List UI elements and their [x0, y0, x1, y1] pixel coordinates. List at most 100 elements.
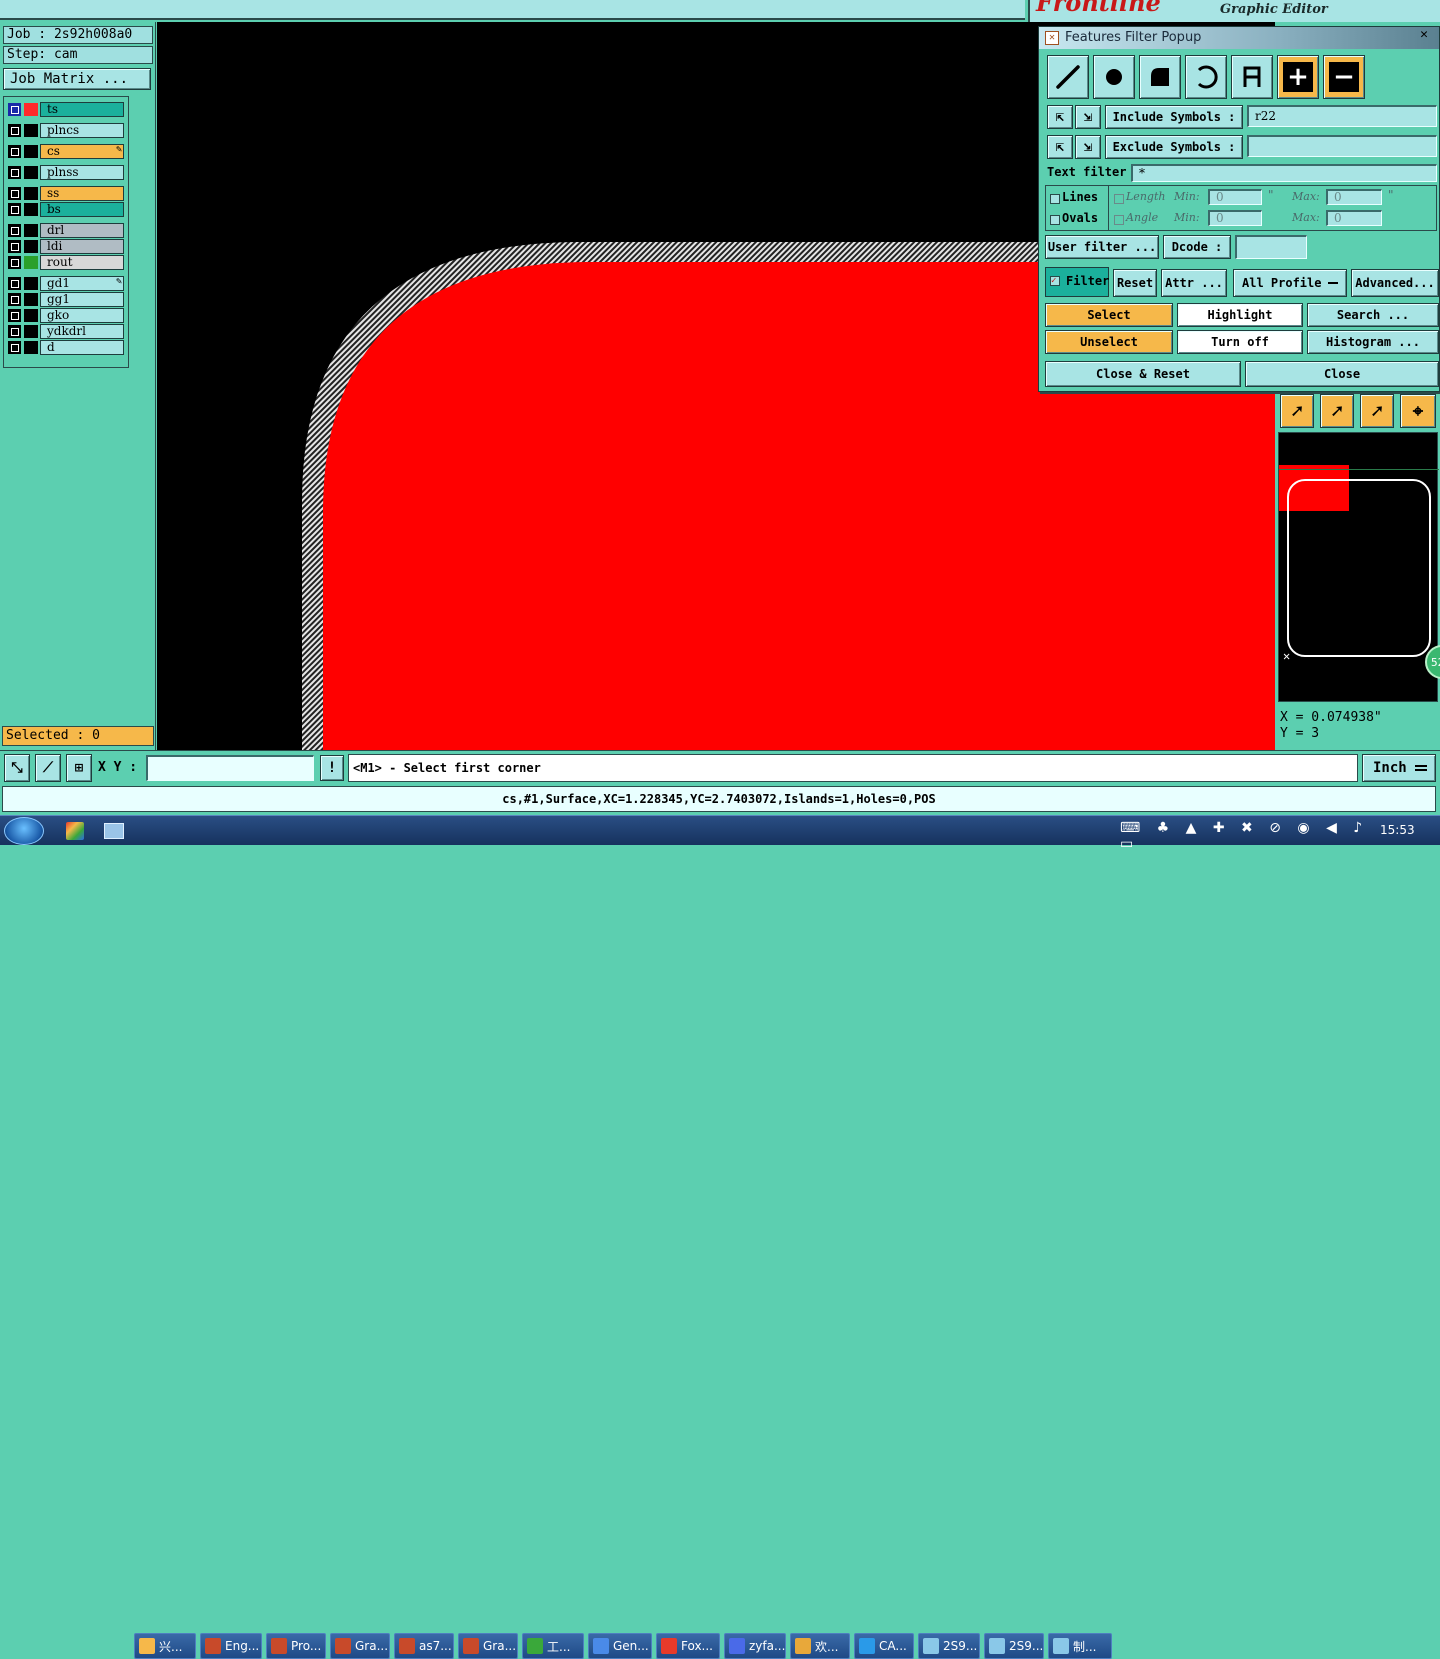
- positive-polarity-icon[interactable]: +: [1277, 55, 1319, 99]
- exclude-pick-button-2[interactable]: ⇲: [1075, 135, 1101, 159]
- pad-symbol-icon[interactable]: [1093, 55, 1135, 99]
- layer-name[interactable]: gg1: [40, 292, 124, 307]
- select-polygon-button[interactable]: ⌖: [1400, 394, 1436, 428]
- taskbar-item[interactable]: Eng...: [200, 1633, 262, 1659]
- layer-checkbox[interactable]: [8, 240, 21, 253]
- layer-row[interactable]: ldi: [6, 239, 124, 254]
- taskbar-item[interactable]: Gra...: [458, 1633, 518, 1659]
- job-matrix-button[interactable]: Job Matrix ...: [3, 68, 151, 90]
- snap-grid-icon[interactable]: ⤡: [4, 754, 30, 782]
- popup-close-icon[interactable]: ✕: [1413, 27, 1435, 43]
- layer-name[interactable]: gko: [40, 308, 124, 323]
- taskbar-item[interactable]: 兴...: [134, 1633, 196, 1659]
- layer-checkbox[interactable]: [8, 256, 21, 269]
- layer-checkbox[interactable]: [8, 325, 21, 338]
- reset-button[interactable]: Reset: [1113, 269, 1157, 297]
- layer-name[interactable]: ss: [40, 186, 124, 201]
- layer-checkbox[interactable]: [8, 203, 21, 216]
- layer-row[interactable]: cs ✎: [6, 144, 124, 159]
- layer-row[interactable]: ts: [6, 102, 124, 117]
- select-pointer-button[interactable]: ➚: [1280, 394, 1314, 428]
- layer-name[interactable]: drl: [40, 223, 124, 238]
- layer-checkbox[interactable]: [8, 166, 21, 179]
- include-pick-button-1[interactable]: ⇱: [1047, 105, 1073, 129]
- taskbar-item[interactable]: 2S9...: [918, 1633, 980, 1659]
- profile-dropdown[interactable]: All Profile: [1233, 269, 1347, 297]
- attr-button[interactable]: Attr ...: [1161, 269, 1227, 297]
- layer-checkbox[interactable]: [8, 224, 21, 237]
- layer-name[interactable]: rout: [40, 255, 124, 270]
- text-filter-input[interactable]: *: [1131, 164, 1437, 182]
- exclude-symbols-label[interactable]: Exclude Symbols :: [1105, 135, 1243, 159]
- layer-name[interactable]: bs: [40, 202, 124, 217]
- layer-checkbox[interactable]: [8, 145, 21, 158]
- layer-checkbox[interactable]: [8, 103, 21, 116]
- show-desktop-icon[interactable]: [104, 823, 124, 839]
- taskbar-item[interactable]: Fox...: [656, 1633, 720, 1659]
- layer-row[interactable]: ss: [6, 186, 124, 201]
- quick-launch-icon[interactable]: [66, 822, 84, 840]
- units-dropdown[interactable]: Inch: [1362, 754, 1436, 782]
- turn-off-button[interactable]: Turn off: [1177, 330, 1303, 354]
- layer-row[interactable]: gko: [6, 308, 124, 323]
- layer-checkbox[interactable]: [8, 124, 21, 137]
- snap-center-icon[interactable]: ⊞: [66, 754, 92, 782]
- unselect-button[interactable]: Unselect: [1045, 330, 1173, 354]
- dcode-input[interactable]: [1235, 235, 1307, 259]
- line-symbol-icon[interactable]: [1047, 55, 1089, 99]
- close-button[interactable]: Close: [1245, 361, 1439, 387]
- taskbar-item[interactable]: 工...: [522, 1633, 584, 1659]
- angle-max-input[interactable]: 0: [1326, 210, 1382, 226]
- taskbar-item[interactable]: 制...: [1048, 1633, 1112, 1659]
- user-filter-button[interactable]: User filter ...: [1045, 235, 1159, 259]
- search-button[interactable]: Search ...: [1307, 303, 1439, 327]
- layer-checkbox[interactable]: [8, 293, 21, 306]
- layer-row[interactable]: ydkdrl: [6, 324, 124, 339]
- ovals-checkbox[interactable]: [1050, 215, 1060, 225]
- surface-symbol-icon[interactable]: [1139, 55, 1181, 99]
- advanced-button[interactable]: Advanced...: [1351, 269, 1439, 297]
- select-box-button[interactable]: ➚: [1320, 394, 1354, 428]
- taskbar-item[interactable]: 欢...: [790, 1633, 850, 1659]
- layer-name[interactable]: plncs: [40, 123, 124, 138]
- close-reset-button[interactable]: Close & Reset: [1045, 361, 1241, 387]
- layer-row[interactable]: rout: [6, 255, 124, 270]
- layer-checkbox[interactable]: [8, 277, 21, 290]
- layer-row[interactable]: d: [6, 340, 124, 355]
- taskbar-item[interactable]: as7...: [394, 1633, 454, 1659]
- popup-titlebar[interactable]: ✕ Features Filter Popup ✕: [1039, 27, 1439, 49]
- lines-checkbox[interactable]: [1050, 194, 1060, 204]
- length-checkbox[interactable]: [1114, 194, 1124, 204]
- negative-polarity-icon[interactable]: −: [1323, 55, 1365, 99]
- select-lasso-button[interactable]: ➚: [1360, 394, 1394, 428]
- taskbar-item[interactable]: Gen...: [588, 1633, 652, 1659]
- layer-row[interactable]: plnss: [6, 165, 124, 180]
- layer-row[interactable]: gd1 ✎: [6, 276, 124, 291]
- layer-checkbox[interactable]: [8, 341, 21, 354]
- taskbar-item[interactable]: 2S9...: [984, 1633, 1044, 1659]
- layer-name[interactable]: ldi: [40, 239, 124, 254]
- layer-row[interactable]: plncs: [6, 123, 124, 138]
- angle-min-input[interactable]: 0: [1208, 210, 1262, 226]
- layer-name[interactable]: d: [40, 340, 124, 355]
- select-button[interactable]: Select: [1045, 303, 1173, 327]
- taskbar-item[interactable]: Pro...: [266, 1633, 326, 1659]
- include-pick-button-2[interactable]: ⇲: [1075, 105, 1101, 129]
- layer-name[interactable]: cs: [40, 144, 124, 159]
- taskbar-item[interactable]: Gra...: [330, 1633, 390, 1659]
- layer-name[interactable]: ydkdrl: [40, 324, 124, 339]
- layer-row[interactable]: drl: [6, 223, 124, 238]
- histogram-button[interactable]: Histogram ...: [1307, 330, 1439, 354]
- overview-map[interactable]: ✕ 52: [1278, 432, 1440, 702]
- layer-name[interactable]: gd1: [40, 276, 124, 291]
- start-button[interactable]: [4, 817, 44, 845]
- taskbar-item[interactable]: CA...: [854, 1633, 914, 1659]
- xy-input[interactable]: [146, 755, 314, 781]
- layer-name[interactable]: ts: [40, 102, 124, 117]
- include-symbols-label[interactable]: Include Symbols :: [1105, 105, 1243, 129]
- layer-row[interactable]: bs: [6, 202, 124, 217]
- snap-angle-icon[interactable]: ⟋: [35, 754, 61, 782]
- layer-row[interactable]: gg1: [6, 292, 124, 307]
- arc-symbol-icon[interactable]: [1185, 55, 1227, 99]
- info-button[interactable]: !: [320, 755, 344, 781]
